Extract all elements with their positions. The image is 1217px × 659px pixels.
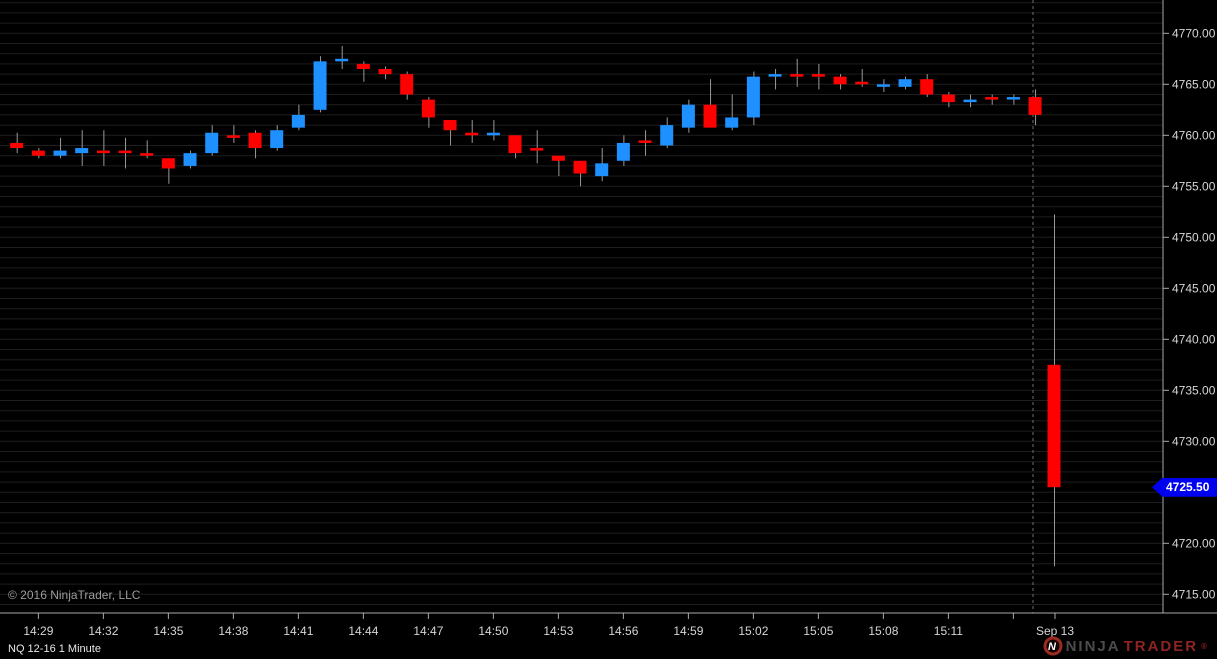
time-axis-label: 14:44: [348, 624, 378, 638]
candle-body: [53, 150, 67, 156]
price-axis-label: 4765.00: [1172, 77, 1216, 91]
candle-body: [226, 135, 240, 138]
candle-body: [140, 153, 154, 156]
candle-body: [746, 76, 760, 118]
chart-window: 4770.00 4765.00 4760.00 4755.00 4750.00 4745.…: [0, 0, 1217, 659]
time-axis-label: 15:05: [803, 624, 833, 638]
candle-body: [616, 142, 630, 161]
candle-body: [1047, 364, 1061, 488]
candle-body: [855, 81, 869, 85]
candle-body: [75, 148, 89, 154]
candle-body: [486, 132, 500, 136]
ninjatrader-logo: N NINJA TRADER ®: [1043, 636, 1207, 656]
logo-text-ninja: NINJA: [1065, 637, 1121, 655]
candle-body: [595, 163, 609, 177]
candle-body: [270, 130, 284, 149]
ninjatrader-icon: N: [1043, 636, 1063, 656]
candle-body: [443, 120, 457, 131]
candles-layer: [10, 46, 1061, 567]
candle-body: [898, 79, 912, 87]
candle-body: [183, 153, 197, 166]
price-axis-label: 4770.00: [1172, 26, 1216, 40]
copyright-text: © 2016 NinjaTrader, LLC: [8, 588, 141, 602]
candle-body: [248, 132, 262, 149]
time-axis-label: 15:02: [738, 624, 768, 638]
time-axis-label: 14:29: [23, 624, 53, 638]
time-axis-label: 14:53: [543, 624, 573, 638]
candle-body: [421, 99, 435, 118]
candle-body: [811, 74, 825, 77]
candle-body: [530, 148, 544, 151]
candle-body: [1028, 97, 1042, 115]
candle-body: [378, 69, 392, 75]
candle-body: [31, 150, 45, 156]
candle-body: [681, 104, 695, 128]
candle-body: [291, 114, 305, 128]
svg-text:N: N: [1048, 641, 1058, 653]
price-axis-label: 4740.00: [1172, 332, 1216, 346]
time-axis-label: 14:59: [673, 624, 703, 638]
candle-body: [551, 155, 565, 161]
occluded-last-price-label: 4725.00: [1169, 497, 1217, 502]
price-axis-label: 4720.00: [1172, 536, 1216, 550]
candle-body: [963, 99, 977, 103]
price-axis-label: 4745.00: [1172, 281, 1216, 295]
candle-body: [660, 125, 674, 146]
candle-body: [205, 132, 219, 154]
candle-body: [985, 97, 999, 100]
instrument-label: NQ 12-16 1 Minute: [8, 643, 101, 655]
time-axis-label: 15:11: [934, 624, 963, 638]
time-axis-label: 14:32: [88, 624, 118, 638]
candle-body: [920, 79, 934, 95]
candle-body: [356, 63, 370, 69]
time-axis-label: 14:56: [608, 624, 638, 638]
candle-body: [790, 74, 804, 77]
candle-body: [10, 142, 24, 149]
time-axis-label: 14:47: [413, 624, 443, 638]
grid-layer: [0, 2, 1163, 605]
candle-body: [941, 94, 955, 103]
time-axis-label: 14:38: [218, 624, 248, 638]
candle-body: [768, 74, 782, 77]
candle-body: [833, 76, 847, 85]
candle-body: [96, 150, 110, 154]
candle-body: [725, 117, 739, 128]
time-axis-label: 14:50: [478, 624, 508, 638]
candle-body: [335, 58, 349, 62]
price-axis-label: 4755.00: [1172, 179, 1216, 193]
candle-body: [118, 150, 132, 154]
last-price-marker: 4725.50: [1152, 477, 1217, 497]
candle-body: [400, 74, 414, 95]
candle-body: [638, 140, 652, 143]
candle-body: [1006, 97, 1020, 100]
time-axis-label: 15:08: [868, 624, 898, 638]
candle-body: [161, 158, 175, 169]
candle-body: [313, 61, 327, 110]
logo-text-trader: TRADER: [1123, 637, 1199, 655]
time-axis-label: 14:41: [283, 624, 313, 638]
candle-body: [573, 160, 587, 174]
price-axis-label: 4730.00: [1172, 434, 1216, 448]
price-axis-label: 4750.00: [1172, 230, 1216, 244]
time-axis-label: 14:35: [153, 624, 183, 638]
candlestick-chart[interactable]: 4770.00 4765.00 4760.00 4755.00 4750.00 4745.…: [0, 0, 1217, 659]
price-axis-label: 4715.00: [1172, 587, 1216, 601]
logo-registered-mark: ®: [1201, 641, 1207, 651]
price-axis[interactable]: 4770.00 4765.00 4760.00 4755.00 4750.00 4745.…: [1163, 26, 1216, 601]
candle-body: [703, 104, 717, 128]
time-axis[interactable]: 14:29 14:32 14:35 14:38 14:41 14:44 14:47 14:50…: [23, 613, 1074, 638]
candle-body: [876, 84, 890, 87]
candle-body: [508, 135, 522, 154]
candle-body: [465, 132, 479, 136]
price-axis-label: 4760.00: [1172, 128, 1216, 142]
price-axis-label: 4735.00: [1172, 383, 1216, 397]
